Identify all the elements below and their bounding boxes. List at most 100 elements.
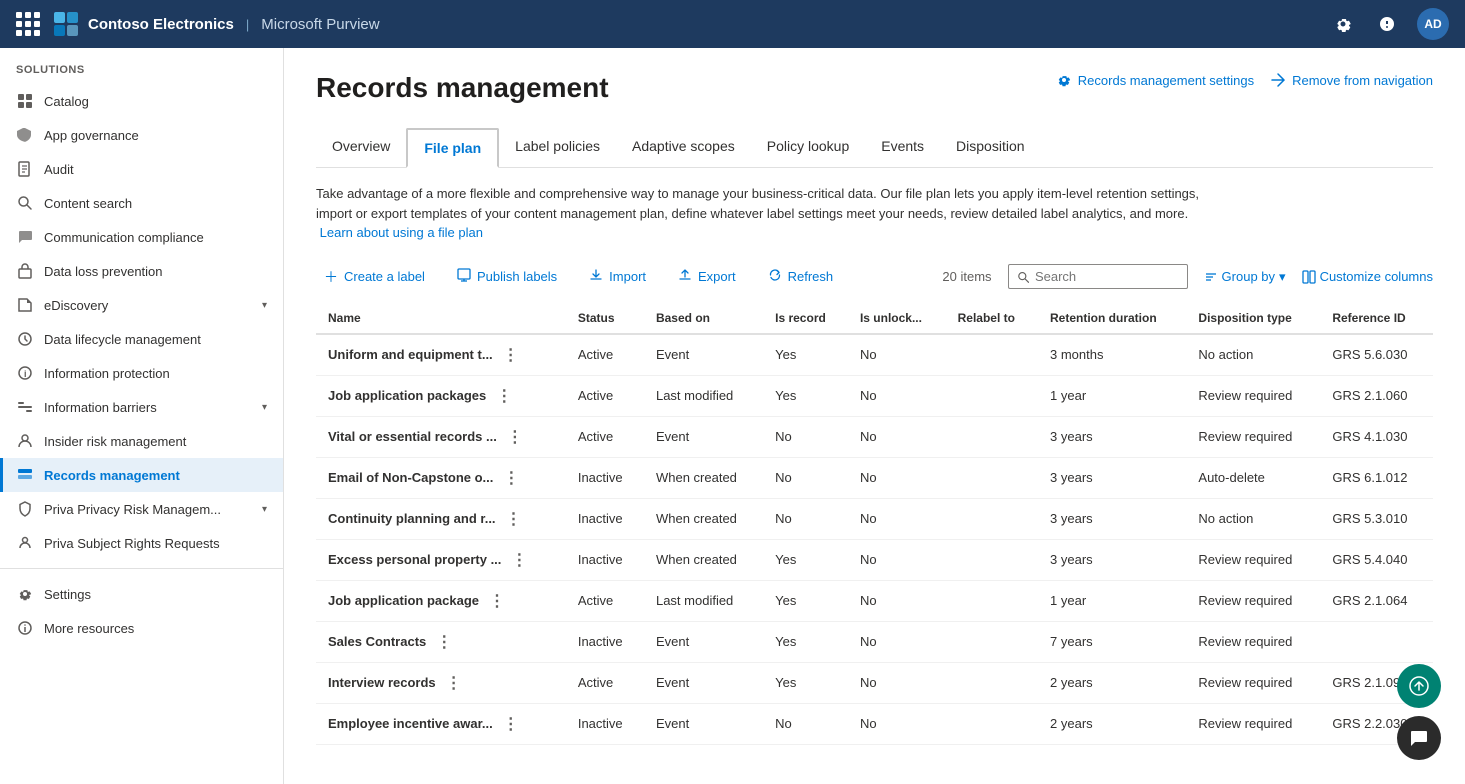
cell-is-record: Yes — [763, 621, 848, 662]
settings-sidebar-icon — [16, 585, 34, 603]
cell-is-record: Yes — [763, 539, 848, 580]
table-row[interactable]: Employee incentive awar... ⋮ Inactive Ev… — [316, 703, 1433, 744]
sidebar-item-content-search[interactable]: Content search — [0, 186, 283, 220]
more-resources-icon — [16, 619, 34, 637]
sidebar-item-settings[interactable]: Settings — [0, 577, 283, 611]
sidebar-item-app-governance[interactable]: App governance — [0, 118, 283, 152]
row-menu-icon[interactable]: ⋮ — [503, 427, 527, 447]
sidebar-item-insider-risk[interactable]: Insider risk management — [0, 424, 283, 458]
description-learn-link[interactable]: Learn about using a file plan — [320, 225, 483, 240]
search-box-icon — [1017, 270, 1029, 284]
table-row[interactable]: Uniform and equipment t... ⋮ Active Even… — [316, 334, 1433, 376]
cell-based-on: When created — [644, 457, 763, 498]
app-name: Microsoft Purview — [261, 16, 379, 33]
table-row[interactable]: Interview records ⋮ Active Event Yes No … — [316, 662, 1433, 703]
cell-status: Inactive — [566, 703, 644, 744]
cell-disposition: Review required — [1186, 580, 1320, 621]
remove-nav-label: Remove from navigation — [1292, 73, 1433, 88]
row-menu-icon[interactable]: ⋮ — [499, 714, 523, 734]
cell-based-on: Event — [644, 621, 763, 662]
row-menu-icon[interactable]: ⋮ — [499, 345, 523, 365]
sidebar-item-records-management[interactable]: Records management — [0, 458, 283, 492]
refresh-button[interactable]: Refresh — [760, 264, 842, 289]
cell-name: Vital or essential records ... ⋮ — [316, 416, 566, 457]
row-menu-icon[interactable]: ⋮ — [492, 386, 516, 406]
page-description: Take advantage of a more flexible and co… — [316, 184, 1216, 243]
search-box[interactable] — [1008, 264, 1188, 289]
table-row[interactable]: Email of Non-Capstone o... ⋮ Inactive Wh… — [316, 457, 1433, 498]
cell-retention: 3 years — [1038, 416, 1186, 457]
brand-separator: | — [246, 17, 249, 32]
sidebar-item-more-resources[interactable]: More resources — [0, 611, 283, 645]
remove-from-navigation-link[interactable]: Remove from navigation — [1270, 72, 1433, 88]
group-by-button[interactable]: Group by ▾ — [1204, 269, 1286, 285]
sidebar-item-catalog[interactable]: Catalog — [0, 84, 283, 118]
sidebar-item-audit[interactable]: Audit — [0, 152, 283, 186]
row-menu-icon[interactable]: ⋮ — [499, 468, 523, 488]
priva-privacy-icon — [16, 500, 34, 518]
records-management-settings-link[interactable]: Records management settings — [1056, 72, 1254, 88]
table-row[interactable]: Sales Contracts ⋮ Inactive Event Yes No … — [316, 621, 1433, 662]
tab-events[interactable]: Events — [865, 128, 940, 168]
row-menu-icon[interactable]: ⋮ — [485, 591, 509, 611]
cell-name: Excess personal property ... ⋮ — [316, 539, 566, 580]
export-button[interactable]: Export — [670, 264, 744, 289]
cell-ref-id: GRS 5.4.040 — [1320, 539, 1433, 580]
table-row[interactable]: Vital or essential records ... ⋮ Active … — [316, 416, 1433, 457]
sidebar-item-information-barriers[interactable]: Information barriers ▾ — [0, 390, 283, 424]
row-menu-icon[interactable]: ⋮ — [507, 550, 531, 570]
tab-disposition[interactable]: Disposition — [940, 128, 1040, 168]
tab-label-policies[interactable]: Label policies — [499, 128, 616, 168]
table-row[interactable]: Continuity planning and r... ⋮ Inactive … — [316, 498, 1433, 539]
chevron-down-icon: ▾ — [262, 504, 267, 515]
cell-retention: 7 years — [1038, 621, 1186, 662]
publish-icon — [457, 268, 471, 285]
cell-relabel-to — [946, 662, 1038, 703]
customize-columns-button[interactable]: Customize columns — [1302, 269, 1433, 284]
catalog-icon — [16, 92, 34, 110]
help-icon[interactable] — [1373, 10, 1401, 38]
tab-policy-lookup[interactable]: Policy lookup — [751, 128, 866, 168]
cell-ref-id: GRS 4.1.030 — [1320, 416, 1433, 457]
sidebar-item-information-protection[interactable]: i Information protection — [0, 356, 283, 390]
sidebar-item-ediscovery[interactable]: eDiscovery ▾ — [0, 288, 283, 322]
import-button[interactable]: Import — [581, 264, 654, 289]
cell-is-record: Yes — [763, 580, 848, 621]
sidebar-item-priva-privacy[interactable]: Priva Privacy Risk Managem... ▾ — [0, 492, 283, 526]
user-avatar[interactable]: AD — [1417, 8, 1449, 40]
cell-is-unlocked: No — [848, 580, 946, 621]
fab-upload[interactable] — [1397, 664, 1441, 708]
sidebar-item-data-loss-prevention[interactable]: Data loss prevention — [0, 254, 283, 288]
search-input[interactable] — [1035, 269, 1179, 284]
cell-is-unlocked: No — [848, 416, 946, 457]
sidebar-item-priva-subject[interactable]: Priva Subject Rights Requests — [0, 526, 283, 560]
sidebar-item-communication-compliance[interactable]: Communication compliance — [0, 220, 283, 254]
table-row[interactable]: Excess personal property ... ⋮ Inactive … — [316, 539, 1433, 580]
tab-adaptive-scopes[interactable]: Adaptive scopes — [616, 128, 751, 168]
row-menu-icon[interactable]: ⋮ — [442, 673, 466, 693]
cell-based-on: Event — [644, 334, 763, 376]
chevron-down-icon: ▾ — [262, 402, 267, 413]
cell-retention: 1 year — [1038, 580, 1186, 621]
sidebar-label: eDiscovery — [44, 298, 252, 313]
tab-file-plan[interactable]: File plan — [406, 128, 499, 168]
sidebar-label: App governance — [44, 128, 267, 143]
table-row[interactable]: Job application package ⋮ Active Last mo… — [316, 580, 1433, 621]
sidebar-item-data-lifecycle[interactable]: Data lifecycle management — [0, 322, 283, 356]
audit-icon — [16, 160, 34, 178]
cell-is-unlocked: No — [848, 498, 946, 539]
sidebar-label: Settings — [44, 587, 267, 602]
settings-icon[interactable] — [1329, 10, 1357, 38]
cell-disposition: Review required — [1186, 703, 1320, 744]
cell-is-record: No — [763, 457, 848, 498]
row-menu-icon[interactable]: ⋮ — [432, 632, 456, 652]
waffle-menu[interactable] — [16, 12, 40, 36]
table-row[interactable]: Job application packages ⋮ Active Last m… — [316, 375, 1433, 416]
row-menu-icon[interactable]: ⋮ — [502, 509, 526, 529]
cell-status: Active — [566, 416, 644, 457]
fab-chat[interactable] — [1397, 716, 1441, 760]
tab-overview[interactable]: Overview — [316, 128, 406, 168]
publish-labels-button[interactable]: Publish labels — [449, 264, 565, 289]
create-label-button[interactable]: ＋ Create a label — [316, 263, 433, 291]
fab-upload-icon — [1409, 676, 1429, 696]
